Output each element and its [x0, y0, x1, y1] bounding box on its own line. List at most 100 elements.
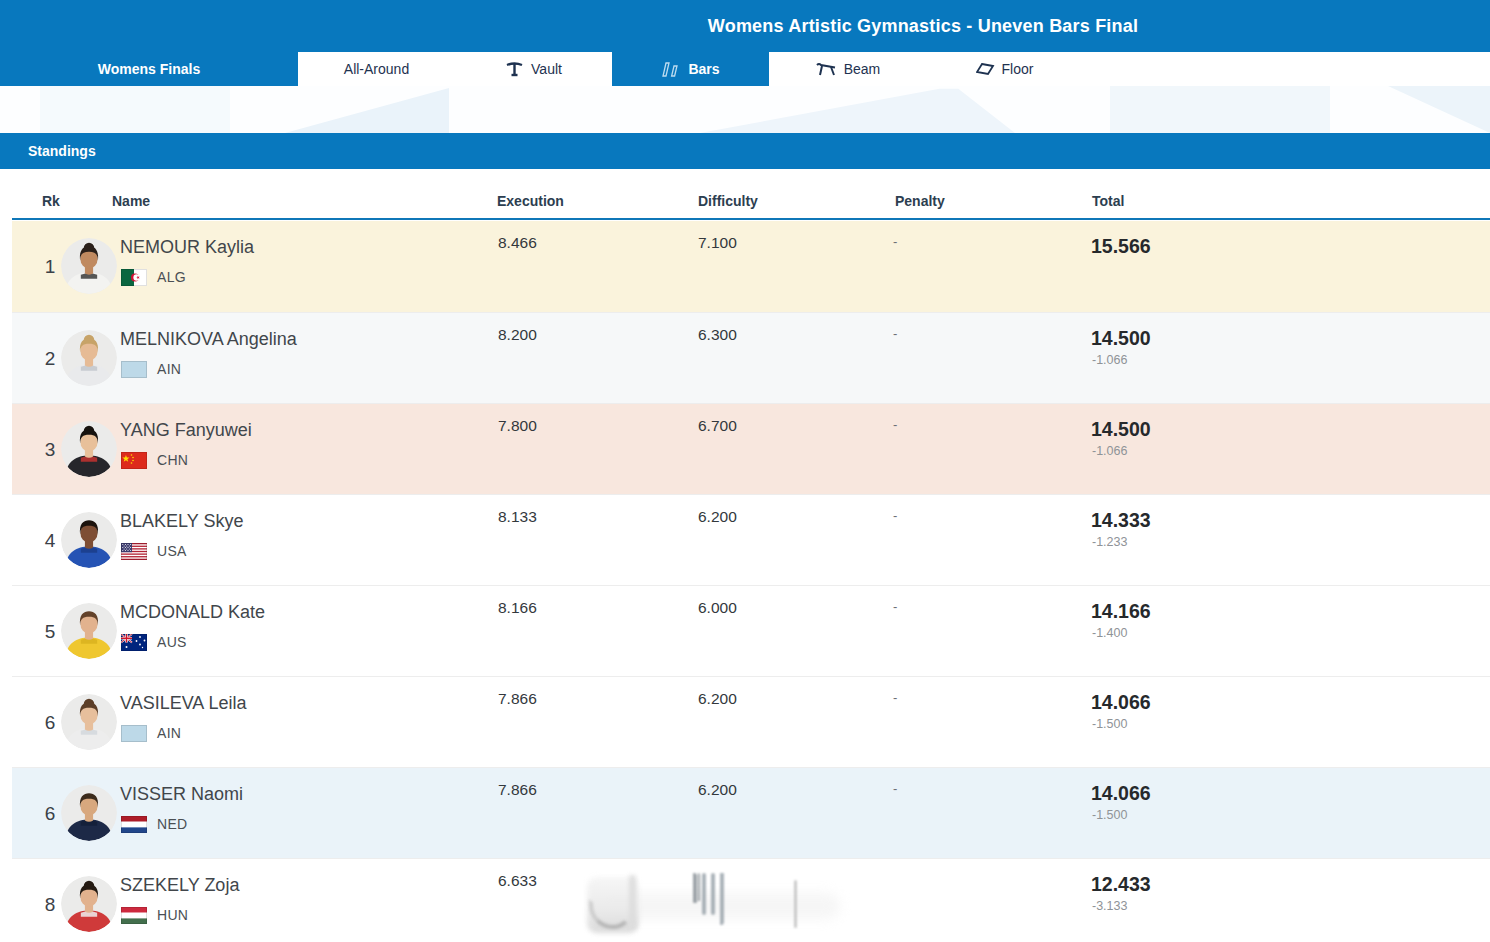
page-title: Womens Artistic Gymnastics - Uneven Bars… — [640, 0, 1206, 52]
execution-value: 8.466 — [498, 234, 537, 252]
difficulty-value: 6.200 — [698, 508, 737, 526]
difficulty-value: 6.200 — [698, 781, 737, 799]
vault-icon — [505, 61, 524, 77]
column-header-difficulty: Difficulty — [698, 193, 758, 209]
country-row: NED — [121, 815, 187, 833]
athlete-avatar — [61, 694, 117, 750]
athlete-name: YANG Fanyuwei — [120, 420, 252, 441]
penalty-value: - — [893, 781, 897, 796]
beam-icon — [815, 61, 837, 77]
execution-value: 8.166 — [498, 599, 537, 617]
tab-label: Bars — [688, 61, 719, 77]
flag-usa-icon — [121, 543, 147, 560]
country-code: ALG — [157, 269, 186, 285]
total-value: 14.066 — [1091, 691, 1151, 714]
athlete-avatar — [61, 785, 117, 841]
country-code: USA — [157, 543, 187, 559]
column-header-total: Total — [1092, 193, 1124, 209]
banner-shape — [1110, 86, 1330, 133]
table-row[interactable]: 6VASILEVA LeilaAIN7.8666.200-14.066-1.50… — [12, 676, 1490, 767]
tab-floor[interactable]: Floor — [926, 52, 1083, 86]
execution-value: 8.200 — [498, 326, 537, 344]
athlete-name: VASILEVA Leila — [120, 693, 246, 714]
total-value: 14.333 — [1091, 509, 1151, 532]
athlete-name: SZEKELY Zoja — [120, 875, 239, 896]
table-row[interactable]: 6VISSER NaomiNED7.8666.200-14.066-1.500 — [12, 767, 1490, 858]
tab-all-around[interactable]: All-Around — [298, 52, 455, 86]
country-code: NED — [157, 816, 187, 832]
floor-icon — [976, 61, 995, 77]
decorative-banner — [0, 86, 1490, 133]
country-row: USA — [121, 542, 187, 560]
country-code: AIN — [157, 725, 181, 741]
nav-womens-finals[interactable]: Womens Finals — [0, 52, 298, 86]
tab-label: Floor — [1002, 61, 1034, 77]
total-value: 15.566 — [1091, 235, 1151, 258]
flag-ned-icon — [121, 816, 147, 833]
country-row: AUS — [121, 633, 187, 651]
table-row[interactable]: 8SZEKELY ZojaHUN6.63312.433-3.133 — [12, 858, 1490, 942]
standings-header: Standings — [0, 133, 1490, 169]
execution-value: 6.633 — [498, 872, 537, 890]
deficit-value: -1.066 — [1092, 444, 1127, 458]
page: Womens Artistic Gymnastics - Uneven Bars… — [0, 0, 1490, 942]
table-row[interactable]: 5MCDONALD KateAUS8.1666.000-14.166-1.400 — [12, 585, 1490, 676]
table-row[interactable]: 4BLAKELY SkyeUSA8.1336.200-14.333-1.233 — [12, 494, 1490, 585]
athlete-avatar — [61, 238, 117, 294]
column-header-rank: Rk — [42, 193, 60, 209]
athlete-name: NEMOUR Kaylia — [120, 237, 254, 258]
table-header: Rk Name Execution Difficulty Penalty Total — [12, 169, 1490, 220]
country-code: CHN — [157, 452, 188, 468]
tab-beam[interactable]: Beam — [769, 52, 926, 86]
banner-shape — [1388, 86, 1490, 133]
difficulty-value: 6.200 — [698, 690, 737, 708]
athlete-avatar — [61, 330, 117, 386]
flag-chn-icon — [121, 452, 147, 469]
athlete-avatar — [61, 421, 117, 477]
execution-value: 7.866 — [498, 690, 537, 708]
total-value: 12.433 — [1091, 873, 1151, 896]
athlete-avatar — [61, 603, 117, 659]
column-header-execution: Execution — [497, 193, 564, 209]
tab-label: Beam — [844, 61, 881, 77]
country-row: CHN — [121, 451, 188, 469]
tab-bars[interactable]: Bars — [612, 52, 769, 86]
country-row: AIN — [121, 724, 181, 742]
total-value: 14.066 — [1091, 782, 1151, 805]
country-row: AIN — [121, 360, 181, 378]
tab-vault[interactable]: Vault — [455, 52, 612, 86]
athlete-name: MELNIKOVA Angelina — [120, 329, 297, 350]
bars-icon — [661, 61, 681, 78]
country-row: ALG — [121, 268, 186, 286]
column-header-name: Name — [112, 193, 150, 209]
deficit-value: -3.133 — [1092, 899, 1127, 913]
penalty-value: - — [893, 326, 897, 341]
execution-value: 8.133 — [498, 508, 537, 526]
total-value: 14.166 — [1091, 600, 1151, 623]
column-header-penalty: Penalty — [895, 193, 945, 209]
banner-shape — [40, 86, 230, 133]
table-row[interactable]: 1NEMOUR KayliaALG8.4667.100-15.566 — [12, 221, 1490, 312]
table-row[interactable]: 3YANG FanyuweiCHN7.8006.700-14.500-1.066 — [12, 403, 1490, 494]
tab-label: Vault — [531, 61, 562, 77]
table-row[interactable]: 2MELNIKOVA AngelinaAIN8.2006.300-14.500-… — [12, 312, 1490, 403]
country-code: AIN — [157, 361, 181, 377]
tab-bar: Womens Finals All-Around Vault Bars Beam Flo… — [0, 52, 1490, 86]
penalty-value: - — [893, 234, 897, 249]
penalty-value: - — [893, 690, 897, 705]
flag-ain-icon — [121, 361, 147, 378]
difficulty-value: 6.300 — [698, 326, 737, 344]
total-value: 14.500 — [1091, 418, 1151, 441]
penalty-value: - — [893, 417, 897, 432]
deficit-value: -1.500 — [1092, 717, 1127, 731]
banner-shape — [700, 86, 1015, 133]
deficit-value: -1.066 — [1092, 353, 1127, 367]
deficit-value: -1.500 — [1092, 808, 1127, 822]
execution-value: 7.800 — [498, 417, 537, 435]
app-header: Womens Artistic Gymnastics - Uneven Bars… — [0, 0, 1490, 52]
total-value: 14.500 — [1091, 327, 1151, 350]
penalty-value: - — [893, 599, 897, 614]
deficit-value: -1.233 — [1092, 535, 1127, 549]
difficulty-value: 7.100 — [698, 234, 737, 252]
athlete-name: VISSER Naomi — [120, 784, 243, 805]
